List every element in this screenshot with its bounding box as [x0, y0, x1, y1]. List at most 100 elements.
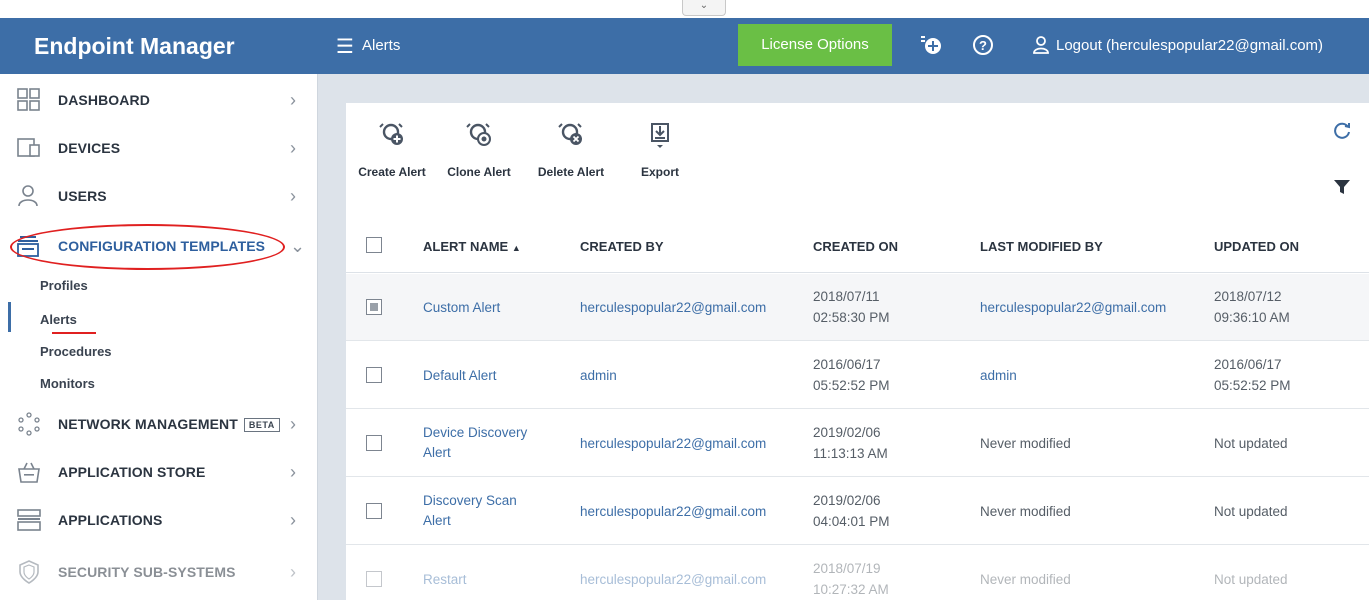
row-checkbox[interactable] [366, 367, 382, 383]
create-alert-button[interactable]: Create Alert [356, 119, 428, 179]
top-strip: ⌄ [0, 0, 1369, 18]
updated-on-text: Not updated [1214, 436, 1288, 451]
created-on-time: 04:04:01 PM [813, 514, 890, 529]
sidebar-item-label: APPLICATIONS [58, 512, 163, 528]
alert-name-link[interactable]: Discovery Scan Alert [423, 491, 533, 531]
modified-by-link[interactable]: admin [980, 366, 1017, 386]
updated-on-date: 2018/07/12 [1214, 289, 1282, 304]
sidebar-item-label: DEVICES [58, 140, 121, 156]
create-alert-label: Create Alert [358, 165, 426, 179]
sidebar-item-users[interactable]: USERS › [0, 172, 318, 220]
sidebar-item-label: APPLICATION STORE [58, 464, 206, 480]
row-checkbox[interactable] [366, 503, 382, 519]
devices-icon [16, 135, 42, 161]
add-notification-icon[interactable] [918, 32, 944, 58]
clone-alert-button[interactable]: Clone Alert [440, 119, 518, 179]
created-on-time: 10:27:32 AM [813, 582, 889, 597]
column-header-alert-name[interactable]: ALERT NAME ▲ [423, 239, 521, 254]
refresh-icon[interactable] [1331, 119, 1353, 141]
delete-alert-label: Delete Alert [537, 165, 605, 179]
table-row[interactable]: Custom Alert herculespopular22@gmail.com… [346, 274, 1369, 341]
user-icon [1033, 36, 1049, 54]
export-button[interactable]: Export [630, 119, 690, 179]
created-on-time: 05:52:52 PM [813, 378, 890, 393]
sub-item-monitors[interactable]: Monitors [40, 376, 95, 391]
table-row[interactable]: Device Discovery Alert herculespopular22… [346, 410, 1369, 477]
modified-by-link[interactable]: herculespopular22@gmail.com [980, 298, 1166, 318]
created-by-link[interactable]: herculespopular22@gmail.com [580, 502, 766, 522]
export-icon [645, 119, 675, 149]
sidebar-item-configuration-templates[interactable]: CONFIGURATION TEMPLATES ⌄ [0, 222, 318, 270]
export-label: Export [640, 165, 679, 179]
sidebar-item-devices[interactable]: DEVICES › [0, 124, 318, 172]
select-all-checkbox[interactable] [366, 237, 382, 253]
alarm-add-icon [377, 119, 407, 149]
license-options-button[interactable]: License Options [738, 24, 892, 66]
alert-name-link[interactable]: Restart [423, 570, 467, 590]
table-row[interactable]: Discovery Scan Alert herculespopular22@g… [346, 478, 1369, 545]
created-by-link[interactable]: admin [580, 366, 617, 386]
modified-by-text: Never modified [980, 572, 1071, 587]
created-on-date: 2016/06/17 [813, 357, 881, 372]
created-by-link[interactable]: herculespopular22@gmail.com [580, 298, 766, 318]
table-header: ALERT NAME ▲ CREATED BY CREATED ON LAST … [346, 218, 1369, 273]
row-checkbox[interactable] [366, 299, 382, 315]
column-header-created-by[interactable]: CREATED BY [580, 239, 664, 254]
chevron-right-icon: › [290, 509, 296, 530]
hamburger-menu-icon[interactable]: ☰ [336, 34, 354, 59]
filter-icon[interactable] [1333, 178, 1351, 196]
created-on-date: 2018/07/19 [813, 561, 881, 576]
chevron-down-icon: ⌄ [290, 235, 306, 256]
alert-name-link[interactable]: Device Discovery Alert [423, 423, 553, 463]
table-row[interactable]: Restart herculespopular22@gmail.com 2018… [346, 546, 1369, 600]
alert-name-link[interactable]: Custom Alert [423, 298, 500, 318]
sidebar-item-label: USERS [58, 188, 107, 204]
sidebar-item-label: CONFIGURATION TEMPLATES [58, 238, 266, 254]
applications-icon [16, 507, 42, 533]
sub-item-profiles[interactable]: Profiles [40, 278, 88, 293]
active-indicator [8, 302, 11, 332]
user-icon [16, 183, 42, 209]
sidebar-item-network-management[interactable]: NETWORK MANAGEMENT BETA › [0, 400, 318, 448]
created-on-date: 2019/02/06 [813, 425, 881, 440]
created-by-link[interactable]: herculespopular22@gmail.com [580, 434, 766, 454]
column-header-last-modified-by[interactable]: LAST MODIFIED BY [980, 239, 1103, 254]
created-on-time: 11:13:13 AM [813, 446, 888, 461]
sidebar-item-dashboard[interactable]: DASHBOARD › [0, 76, 318, 124]
sub-item-procedures[interactable]: Procedures [40, 344, 112, 359]
sidebar-item-applications[interactable]: APPLICATIONS › [0, 496, 318, 544]
table-row[interactable]: Default Alert admin 2016/06/17 05:52:52 … [346, 342, 1369, 409]
column-header-updated-on[interactable]: UPDATED ON [1214, 239, 1299, 254]
delete-alert-button[interactable]: Delete Alert [532, 119, 610, 179]
alarm-clone-icon [464, 119, 494, 149]
updated-on-time: 09:36:10 AM [1214, 310, 1290, 325]
sidebar-item-application-store[interactable]: APPLICATION STORE › [0, 448, 318, 496]
row-checkbox[interactable] [366, 571, 382, 587]
chevron-right-icon: › [290, 561, 296, 582]
row-checkbox[interactable] [366, 435, 382, 451]
help-icon[interactable]: ? [970, 32, 996, 58]
beta-badge: BETA [243, 417, 280, 432]
store-icon [16, 459, 42, 485]
sidebar-item-label: NETWORK MANAGEMENT BETA [58, 416, 280, 433]
chevron-right-icon: › [290, 89, 296, 110]
alert-name-link[interactable]: Default Alert [423, 366, 497, 386]
header-bar: ☰ Alerts License Options ? Logout (hercu… [318, 18, 1369, 74]
chevron-right-icon: › [290, 137, 296, 158]
svg-text:?: ? [979, 38, 987, 53]
column-header-created-on[interactable]: CREATED ON [813, 239, 898, 254]
logout-label: Logout (herculespopular22@gmail.com) [1056, 36, 1324, 54]
shield-icon [16, 559, 42, 585]
sidebar-item-security-sub-systems[interactable]: SECURITY SUB-SYSTEMS › [0, 548, 318, 596]
highlight-underline [52, 332, 96, 334]
created-by-link[interactable]: herculespopular22@gmail.com [580, 570, 766, 590]
collapse-chevron-icon[interactable]: ⌄ [682, 0, 726, 16]
logout-link[interactable]: Logout (herculespopular22@gmail.com) [1032, 35, 1323, 55]
sidebar: DASHBOARD › DEVICES › USERS › CONFIGURAT… [0, 74, 318, 600]
created-on-time: 02:58:30 PM [813, 310, 890, 325]
updated-on-date: 2016/06/17 [1214, 357, 1282, 372]
sub-item-alerts[interactable]: Alerts [40, 312, 77, 327]
dashboard-icon [16, 87, 42, 113]
clone-alert-label: Clone Alert [447, 165, 511, 179]
main-content: Create Alert Clone Alert Delete Alert Ex… [346, 103, 1369, 600]
